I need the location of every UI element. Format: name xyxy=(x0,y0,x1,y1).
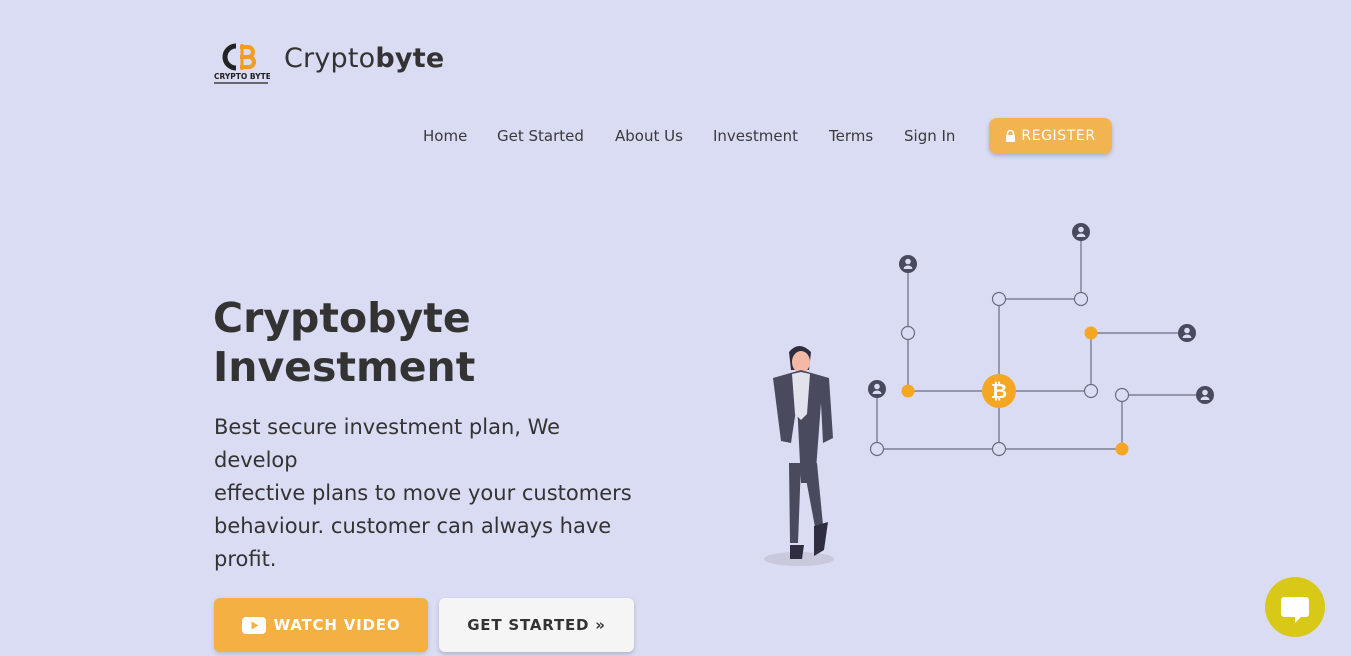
standing-person-figure xyxy=(764,346,834,566)
svg-text:₿: ₿ xyxy=(991,379,1007,403)
nav-home[interactable]: Home xyxy=(423,127,467,145)
hero-subtitle-line: profit. xyxy=(214,547,277,571)
hero-subtitle-line: behaviour. customer can always have xyxy=(214,514,612,538)
crypto-byte-logo[interactable]: CRYPTO BYTE xyxy=(212,40,270,88)
nav-terms[interactable]: Terms xyxy=(829,127,873,145)
hero-title-line2: Investment xyxy=(213,343,476,391)
get-started-button[interactable]: GET STARTED » xyxy=(439,598,634,652)
lock-icon xyxy=(1006,130,1016,142)
main-nav: Home Get Started About Us Investment Ter… xyxy=(0,118,1351,154)
nav-about-us[interactable]: About Us xyxy=(615,127,683,145)
hero-subtitle-line: Best secure investment plan, We xyxy=(214,415,561,439)
logo-text: CRYPTO BYTE xyxy=(214,72,270,81)
get-started-label: GET STARTED » xyxy=(467,616,606,634)
network-lines xyxy=(876,240,1197,450)
nav-investment[interactable]: Investment xyxy=(713,127,798,145)
brand-name[interactable]: Cryptobyte xyxy=(284,43,444,74)
logo-tagline xyxy=(214,82,268,84)
user-icon xyxy=(868,223,1214,404)
brand-light: Crypto xyxy=(284,43,376,74)
bitcoin-icon: ₿ xyxy=(982,374,1016,408)
network-illustration: ₿ xyxy=(764,223,1214,566)
hero-subtitle-line: develop xyxy=(214,448,298,472)
youtube-play-icon xyxy=(241,616,266,634)
register-button[interactable]: REGISTER xyxy=(989,118,1112,154)
watch-video-button[interactable]: WATCH VIDEO xyxy=(214,598,428,652)
hero-subtitle-line: effective plans to move your customers xyxy=(214,481,632,505)
nav-sign-in[interactable]: Sign In xyxy=(904,127,955,145)
chat-bubble-icon xyxy=(1281,597,1309,623)
chat-widget-button[interactable] xyxy=(1265,577,1325,637)
hero-subtitle: Best secure investment plan, We develop … xyxy=(214,411,664,576)
brand-bold: byte xyxy=(375,43,445,74)
hero-title-line1: Cryptobyte xyxy=(213,294,471,342)
watch-video-label: WATCH VIDEO xyxy=(273,616,401,634)
hero-title: Cryptobyte Investment xyxy=(213,294,475,392)
user-icon-detail xyxy=(872,226,1210,400)
register-label: REGISTER xyxy=(1021,128,1096,144)
nav-get-started[interactable]: Get Started xyxy=(497,127,584,145)
